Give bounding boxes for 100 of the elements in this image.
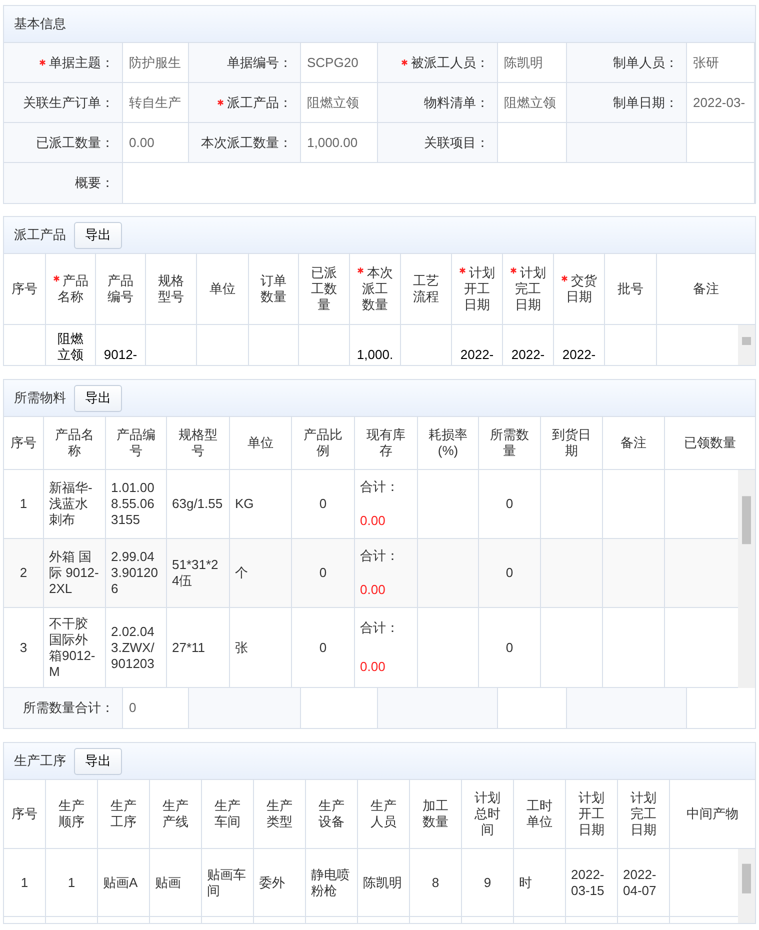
label-text: 关联项目： bbox=[424, 134, 489, 152]
table-cell: 2.99.043.901206 bbox=[106, 539, 167, 608]
table-cell: 9012- bbox=[96, 325, 146, 365]
label-text: 本次派工数量： bbox=[201, 134, 292, 152]
table-cell: 委外 bbox=[254, 849, 306, 916]
column-header: 生产类型 bbox=[254, 780, 306, 848]
column-header: 已领数量 bbox=[683, 434, 737, 452]
stock-value: 0.00 bbox=[360, 513, 386, 529]
empty-cell bbox=[541, 539, 603, 608]
label-text: 单据主题： bbox=[49, 54, 114, 72]
export-button[interactable]: 导出 bbox=[74, 748, 122, 774]
table-cell: 2 bbox=[4, 539, 44, 608]
label-text: 派工产品： bbox=[227, 94, 292, 112]
table-cell: 2022- bbox=[503, 325, 554, 365]
column-header: 产品编号 bbox=[96, 254, 146, 324]
empty-cell bbox=[603, 539, 665, 608]
label-text: 制单人员： bbox=[613, 54, 678, 72]
required-icon bbox=[217, 99, 224, 106]
required-icon bbox=[357, 267, 364, 274]
table-cell: 阻燃立领 bbox=[46, 325, 96, 365]
column-header: 备注 bbox=[603, 417, 665, 469]
column-header: 序号 bbox=[4, 417, 44, 469]
table-cell: 0 bbox=[292, 608, 355, 688]
column-header: 计划总时间 bbox=[462, 780, 514, 848]
table-cell: 1 bbox=[46, 849, 98, 916]
scrollbar[interactable] bbox=[738, 470, 755, 688]
table-cell: 时 bbox=[514, 849, 566, 916]
required-icon bbox=[401, 59, 408, 66]
column-header: 生产设备 bbox=[306, 780, 358, 848]
table-cell: 贴画A bbox=[98, 849, 150, 916]
field-value: 张研 bbox=[687, 43, 755, 83]
column-header: 备注 bbox=[692, 280, 720, 298]
column-header: 规格型号 bbox=[167, 417, 230, 469]
column-header: 计划完工日期 bbox=[618, 780, 670, 848]
stock-label: 合计： bbox=[360, 548, 399, 564]
column-header: 到货日期 bbox=[541, 417, 603, 469]
table-cell: 2022- bbox=[452, 325, 503, 365]
table-cell: 陈凯明 bbox=[358, 849, 410, 916]
column-header: 计划开工日期 bbox=[566, 780, 618, 848]
column-header: 加工数量 bbox=[410, 780, 462, 848]
column-header: 耗损率(%) bbox=[418, 417, 479, 469]
field-value: 2022-03- bbox=[687, 83, 755, 123]
table-cell: 0 bbox=[479, 539, 541, 608]
scrollbar[interactable] bbox=[738, 849, 755, 923]
required-icon bbox=[510, 267, 517, 274]
table-cell: 1 bbox=[4, 849, 46, 916]
label-text: 单据编号： bbox=[227, 54, 292, 72]
column-header: 交货日期 bbox=[554, 254, 605, 324]
panel-title: 生产工序 bbox=[14, 752, 66, 770]
label-text: 关联生产订单： bbox=[23, 94, 114, 112]
column-header: 生产产线 bbox=[150, 780, 202, 848]
column-header: 生产顺序 bbox=[46, 780, 98, 848]
table-cell: 外箱 国际 9012-2XL bbox=[44, 539, 106, 608]
panel-title: 派工产品 bbox=[14, 226, 66, 244]
column-header: 本次派工数量 bbox=[350, 254, 401, 324]
column-header: 计划开工日期 bbox=[452, 254, 503, 324]
column-header: 工艺流程 bbox=[401, 254, 452, 324]
table-cell: 8 bbox=[410, 849, 462, 916]
column-header: 已派工数量 bbox=[299, 254, 350, 324]
stock-value: 0.00 bbox=[360, 659, 386, 676]
table-cell: 2022-03-15 bbox=[566, 849, 618, 916]
column-header: 序号 bbox=[4, 780, 46, 848]
required-icon bbox=[459, 267, 466, 274]
table-cell: 9 bbox=[462, 849, 514, 916]
column-header: 批号 bbox=[605, 254, 657, 324]
field-label: 概要： bbox=[4, 163, 123, 203]
panel-title: 基本信息 bbox=[14, 15, 66, 34]
label-text: 被派工人员： bbox=[411, 54, 489, 72]
column-header: 所需数量 bbox=[479, 417, 541, 469]
label-text: 物料清单： bbox=[424, 94, 489, 112]
table-cell: 贴画车间 bbox=[202, 849, 254, 916]
column-header: 序号 bbox=[4, 254, 46, 324]
column-header: 产品编号 bbox=[106, 417, 167, 469]
column-header: 生产人员 bbox=[358, 780, 410, 848]
label-text: 制单日期： bbox=[613, 94, 678, 112]
table-cell: 2022- bbox=[554, 325, 605, 365]
required-icon bbox=[39, 59, 46, 66]
export-button[interactable]: 导出 bbox=[74, 222, 122, 248]
field-label: 所需数量合计： bbox=[4, 688, 123, 728]
column-header: 单位 bbox=[230, 417, 292, 469]
table-cell: 贴画 bbox=[150, 849, 202, 916]
column-header: 生产车间 bbox=[202, 780, 254, 848]
export-button[interactable]: 导出 bbox=[74, 384, 122, 412]
panel-title: 所需物料 bbox=[14, 389, 66, 408]
column-header: 工时单位 bbox=[514, 780, 566, 848]
column-header: 产品比例 bbox=[292, 417, 355, 469]
column-header: 订单数量 bbox=[249, 254, 299, 324]
table-cell: 51*31*24伍 bbox=[167, 539, 230, 608]
required-icon bbox=[561, 275, 568, 282]
table-cell: 1,000. bbox=[350, 325, 401, 365]
label-text: 已派工数量： bbox=[36, 134, 114, 152]
scrollbar[interactable] bbox=[738, 325, 755, 365]
stock-label: 合计： bbox=[360, 620, 399, 636]
stock-label: 合计： bbox=[360, 479, 399, 495]
column-header: 生产工序 bbox=[98, 780, 150, 848]
stock-value: 0.00 bbox=[360, 582, 386, 598]
column-header: 产品名称 bbox=[46, 254, 96, 324]
table-cell: 2022-04-07 bbox=[618, 849, 670, 916]
table-cell: 个 bbox=[230, 539, 292, 608]
column-header: 现有库存 bbox=[355, 417, 418, 469]
